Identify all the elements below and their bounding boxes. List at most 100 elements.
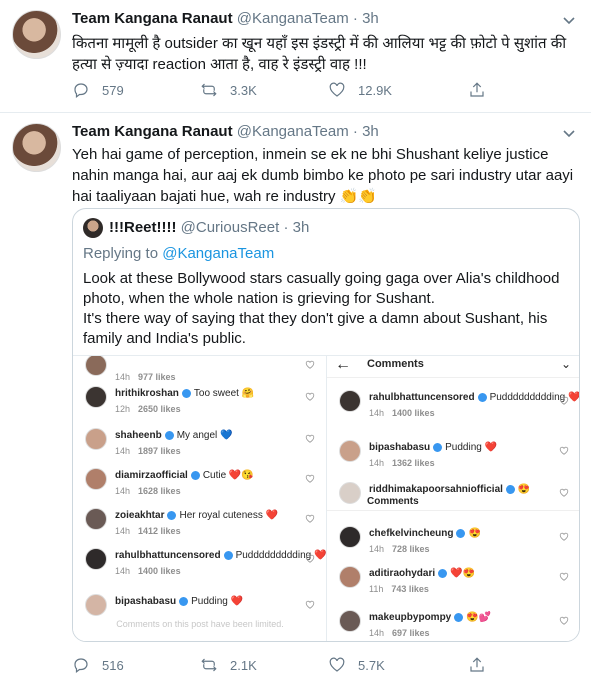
quoted-text-line: Look at these Bollywood stars casually g… <box>83 270 560 307</box>
commenter-username: aditiraohydari <box>369 568 436 579</box>
tweet[interactable]: Team Kangana Ranaut @KanganaTeam · 3h Ye… <box>0 113 591 675</box>
quoted-tweet-text: Look at these Bollywood stars casually g… <box>83 269 569 349</box>
avatar[interactable] <box>12 123 61 172</box>
handle[interactable]: @KanganaTeam <box>237 123 349 140</box>
verified-badge-icon <box>438 568 448 578</box>
handle[interactable]: @KanganaTeam <box>237 10 349 27</box>
commenter-avatar <box>85 594 107 616</box>
comment-time: 12h <box>115 404 131 414</box>
heart-icon <box>559 396 569 405</box>
commenter-avatar <box>339 526 361 548</box>
commenter-avatar <box>85 356 107 376</box>
heart-icon <box>305 514 315 523</box>
display-name: !!!Reet!!!! <box>109 219 177 236</box>
reply-icon <box>74 658 88 673</box>
tweet-actions: 516 2.1K 5.7K <box>72 654 571 675</box>
commenter-avatar <box>339 390 361 412</box>
separator: · <box>283 219 289 236</box>
heart-icon <box>559 446 569 455</box>
instagram-comments-screenshot[interactable]: 14h 977 likes hrithikroshan Too sweet 🤗 12h 2… <box>73 356 327 641</box>
chevron-down-icon[interactable] <box>561 12 577 28</box>
retweet-button[interactable]: 2.1K <box>200 656 328 674</box>
comment-text: bipashabasu Pudding ❤️ <box>115 596 243 607</box>
comment-body: My angel 💙 <box>176 430 233 441</box>
comment-row: chefkelvincheung 😍 14h 728 likes <box>327 524 579 564</box>
tweet-header: Team Kangana Ranaut @KanganaTeam · 3h <box>72 10 379 27</box>
commenter-avatar <box>339 610 361 632</box>
comment-time: 14h <box>369 628 385 638</box>
comment-time: 14h <box>369 544 385 554</box>
comment-body: 😍 <box>468 528 481 539</box>
display-name[interactable]: Team Kangana Ranaut <box>72 10 233 27</box>
like-button[interactable]: 12.9K <box>328 81 456 99</box>
quoted-tweet[interactable]: !!!Reet!!!! @CuriousReet · 3h Replying t… <box>72 208 580 642</box>
comment-body: 😍 <box>517 484 531 495</box>
commenter-avatar <box>339 566 361 588</box>
reply-button[interactable]: 579 <box>72 81 200 99</box>
comment-time: 14h <box>115 526 131 536</box>
comment-likes: 1412 likes <box>138 526 181 536</box>
commenter-avatar <box>85 548 107 570</box>
commenter-username: bipashabasu <box>369 442 431 453</box>
comment-text: makeupbypompy 😍💕 <box>369 612 491 623</box>
reply-button[interactable]: 516 <box>72 656 200 674</box>
comment-row: rahulbhattuncensoredPuddddddddding ❤️❤️❤… <box>73 546 326 586</box>
commenter-username: chefkelvincheung <box>369 528 454 539</box>
comment-meta: 11h 743 likes <box>369 584 429 594</box>
reply-count: 579 <box>102 82 124 98</box>
heart-icon <box>305 392 315 401</box>
retweet-count: 3.3K <box>230 82 257 98</box>
verified-badge-icon <box>181 388 191 398</box>
retweet-icon <box>201 658 217 672</box>
heart-icon <box>305 474 315 483</box>
comment-row: riddhimakapoorsahniofficial 😍 <box>327 480 579 520</box>
comment-row: makeupbypompy 😍💕 14h 697 likes <box>327 608 579 641</box>
comment-body: 😍💕 <box>466 612 492 623</box>
attached-images[interactable]: 14h 977 likes hrithikroshan Too sweet 🤗 12h 2… <box>73 355 579 641</box>
comment-row: hrithikroshan Too sweet 🤗 12h 2650 likes <box>73 384 326 424</box>
comment-row: zoieakhtar Her royal cuteness ❤️ 14h 1412 l… <box>73 506 326 546</box>
comment-meta: 14h 1897 likes <box>115 446 181 456</box>
verified-badge-icon <box>477 392 487 402</box>
replying-to-handle[interactable]: @KanganaTeam <box>162 245 274 262</box>
avatar[interactable] <box>83 218 103 238</box>
commenter-avatar <box>85 508 107 530</box>
heart-icon <box>305 554 315 563</box>
heart-icon <box>305 434 315 443</box>
timestamp[interactable]: 3h <box>362 10 379 27</box>
comment-likes: 743 likes <box>391 584 429 594</box>
comment-text: shaheenb My angel 💙 <box>115 430 233 441</box>
like-count: 5.7K <box>358 657 385 673</box>
instagram-comments-screenshot[interactable]: ← Comments ⌄ Comments rahulbhattuncensor… <box>327 356 579 641</box>
verified-badge-icon <box>179 596 189 606</box>
comment-meta: 14h 1362 likes <box>369 458 435 468</box>
chevron-down-icon[interactable] <box>561 125 577 141</box>
comment-body: Cutie ❤️😘 <box>202 470 254 481</box>
timestamp[interactable]: 3h <box>362 123 379 140</box>
comment-meta: 14h 1412 likes <box>115 526 181 536</box>
tweet[interactable]: Team Kangana Ranaut @KanganaTeam · 3h कि… <box>0 0 591 113</box>
commenter-username: riddhimakapoorsahniofficial <box>369 484 503 495</box>
comment-likes: 977 likes <box>138 372 176 382</box>
verified-badge-icon <box>505 484 515 494</box>
share-icon <box>470 657 484 672</box>
like-count: 12.9K <box>358 82 392 98</box>
commenter-username: shaheenb <box>115 430 162 441</box>
commenter-username: hrithikroshan <box>115 388 179 399</box>
like-button[interactable]: 5.7K <box>328 656 456 674</box>
comment-body: Her royal cuteness ❤️ <box>179 510 279 521</box>
heart-icon <box>559 532 569 541</box>
share-button[interactable] <box>468 656 486 674</box>
avatar[interactable] <box>12 10 61 59</box>
reply-icon <box>74 83 88 98</box>
tweet-header: Team Kangana Ranaut @KanganaTeam · 3h <box>72 123 379 140</box>
share-button[interactable] <box>468 81 486 99</box>
display-name[interactable]: Team Kangana Ranaut <box>72 123 233 140</box>
verified-badge-icon <box>454 612 464 622</box>
comment-meta: 14h 977 likes <box>115 372 176 382</box>
retweet-button[interactable]: 3.3K <box>200 81 328 99</box>
tweet-text: कितना मामूली है outsider का खून यहाँ इस … <box>72 35 567 73</box>
comment-body: Pudding ❤️ <box>191 596 244 607</box>
commenter-username: rahulbhattuncensored <box>115 550 221 561</box>
commenter-username: diamirzaofficial <box>115 470 188 481</box>
